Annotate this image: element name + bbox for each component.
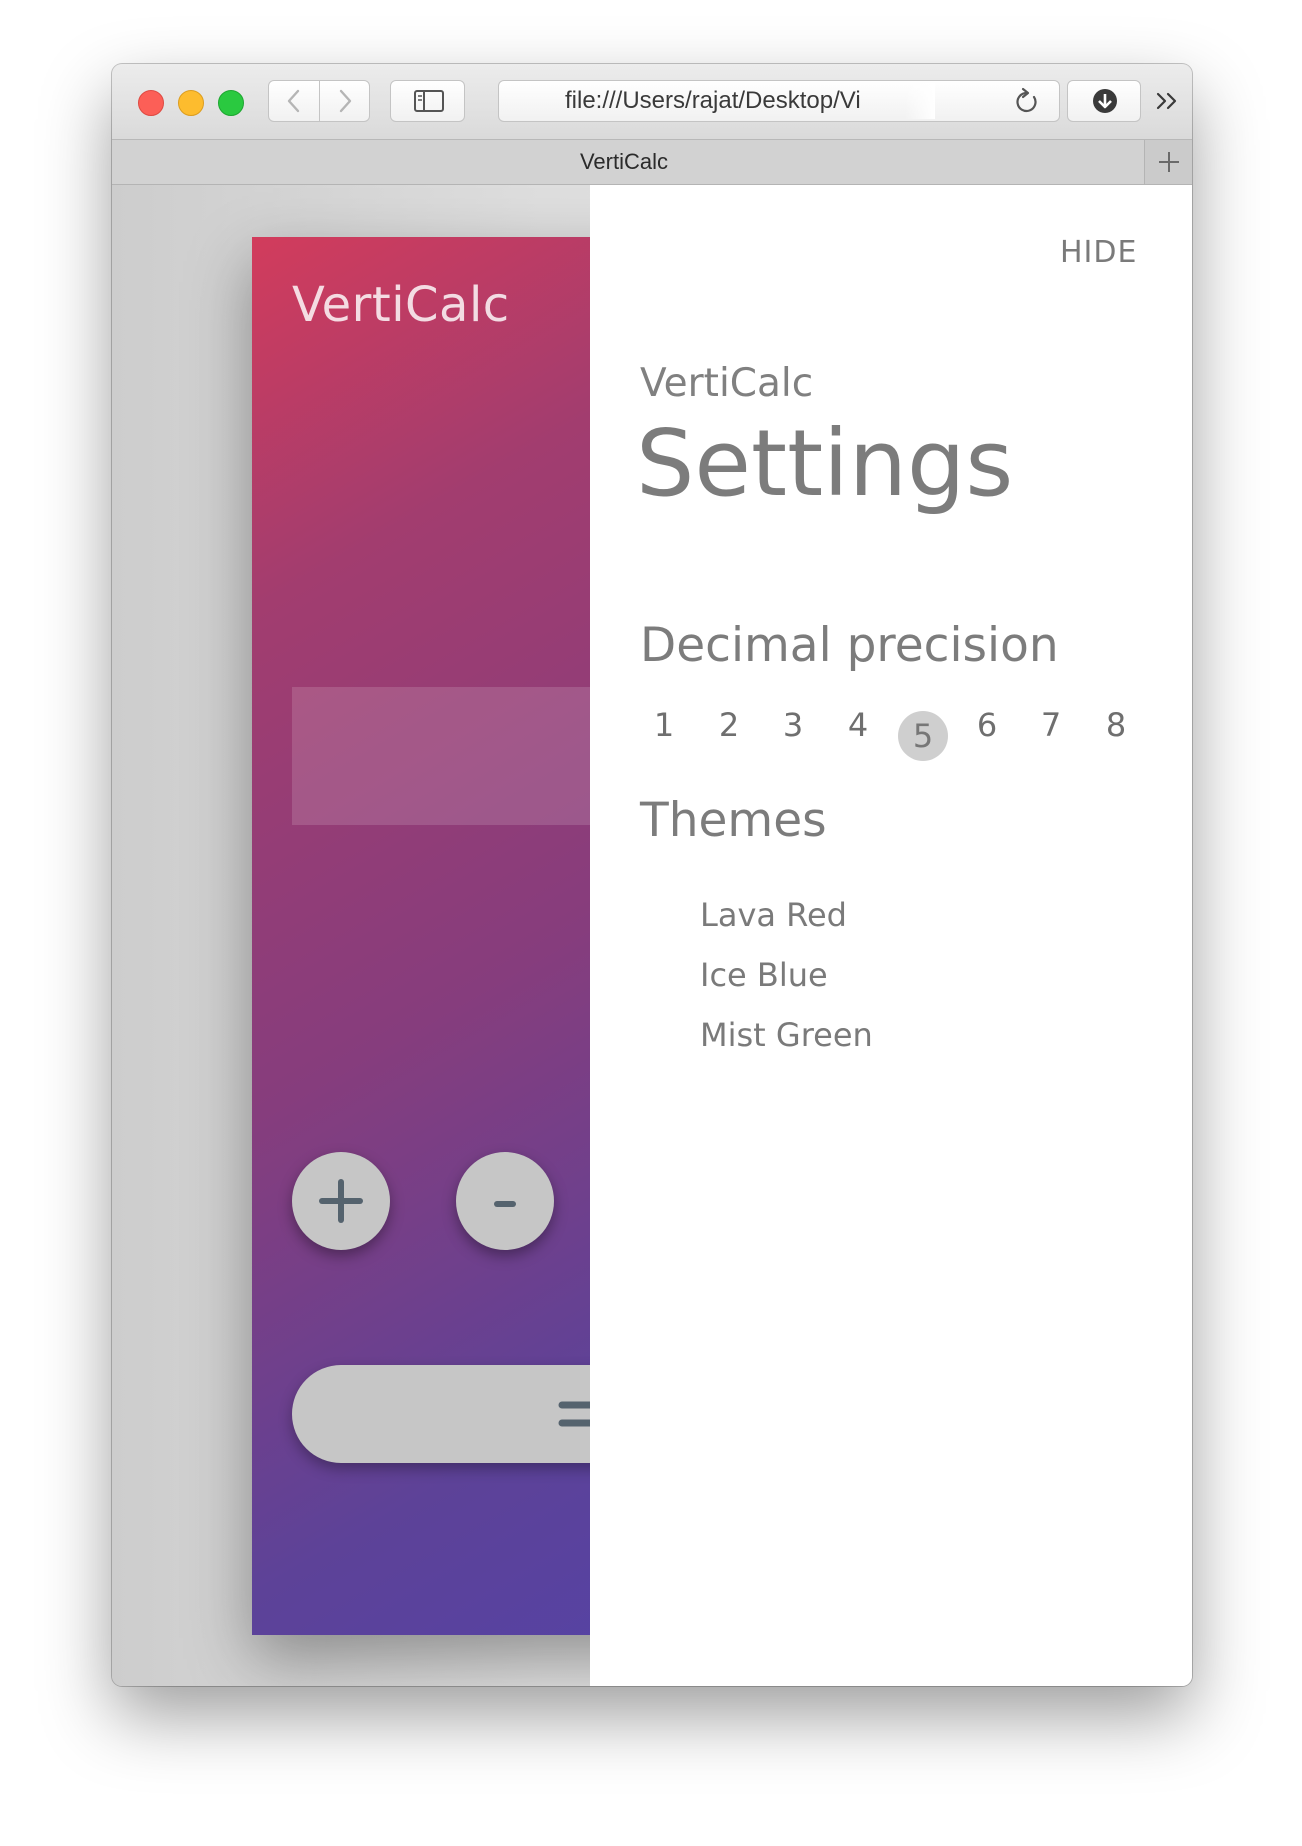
overflow-chevrons-icon	[1156, 92, 1177, 110]
tab-active[interactable]: VertiCalc	[112, 140, 1136, 184]
theme-option[interactable]: Ice Blue	[700, 945, 1140, 1005]
page-content: VertiCalc HIDE VertiCalc Settings Decima…	[112, 185, 1192, 1686]
address-fade	[905, 83, 935, 119]
precision-option-2[interactable]: 2	[705, 701, 753, 749]
download-icon	[1093, 89, 1117, 113]
precision-option-6[interactable]: 6	[963, 701, 1011, 749]
minus-icon	[494, 1201, 516, 1207]
address-bar[interactable]: file:///Users/rajat/Desktop/Vi	[498, 80, 1060, 122]
precision-option-4[interactable]: 4	[834, 701, 882, 749]
back-button[interactable]	[269, 81, 319, 121]
new-tab-button[interactable]	[1144, 140, 1192, 184]
theme-option[interactable]: Lava Red	[700, 885, 1140, 945]
precision-option-5[interactable]: 5	[898, 711, 948, 761]
close-window-button[interactable]	[138, 90, 164, 116]
precision-option-8[interactable]: 8	[1092, 701, 1140, 749]
browser-window: file:///Users/rajat/Desktop/Vi VertiCalc	[112, 64, 1192, 1686]
toolbar-overflow-button[interactable]	[1152, 84, 1186, 118]
sidebar-icon	[414, 90, 444, 112]
hide-settings-button[interactable]: HIDE	[1060, 235, 1137, 270]
precision-option-1[interactable]: 1	[640, 701, 688, 749]
settings-title: Settings	[636, 410, 1014, 517]
plus-icon	[319, 1179, 363, 1223]
nav-button-group	[268, 80, 370, 122]
browser-toolbar: file:///Users/rajat/Desktop/Vi	[112, 64, 1192, 140]
new-tab-plus-icon	[1159, 152, 1179, 172]
minimize-window-button[interactable]	[178, 90, 204, 116]
precision-option-7[interactable]: 7	[1027, 701, 1075, 749]
precision-heading: Decimal precision	[640, 618, 1059, 673]
back-icon	[287, 89, 300, 113]
tab-bar: VertiCalc	[112, 140, 1192, 185]
settings-app-name: VertiCalc	[640, 361, 814, 406]
plus-button[interactable]	[292, 1152, 390, 1250]
sidebar-toggle-button[interactable]	[390, 80, 465, 122]
address-text[interactable]: file:///Users/rajat/Desktop/Vi	[565, 81, 931, 121]
minus-button[interactable]	[456, 1152, 554, 1250]
downloads-button[interactable]	[1067, 80, 1141, 122]
app-title: VertiCalc	[292, 277, 510, 333]
precision-option-3[interactable]: 3	[769, 701, 817, 749]
themes-heading: Themes	[640, 793, 827, 848]
themes-list: Lava Red Ice Blue Mist Green	[700, 885, 1140, 1065]
forward-button[interactable]	[320, 81, 370, 121]
forward-icon	[339, 89, 352, 113]
settings-panel: HIDE VertiCalc Settings Decimal precisio…	[590, 185, 1192, 1686]
precision-options: 12345678	[640, 701, 1140, 761]
theme-option[interactable]: Mist Green	[700, 1005, 1140, 1065]
zoom-window-button[interactable]	[218, 90, 244, 116]
